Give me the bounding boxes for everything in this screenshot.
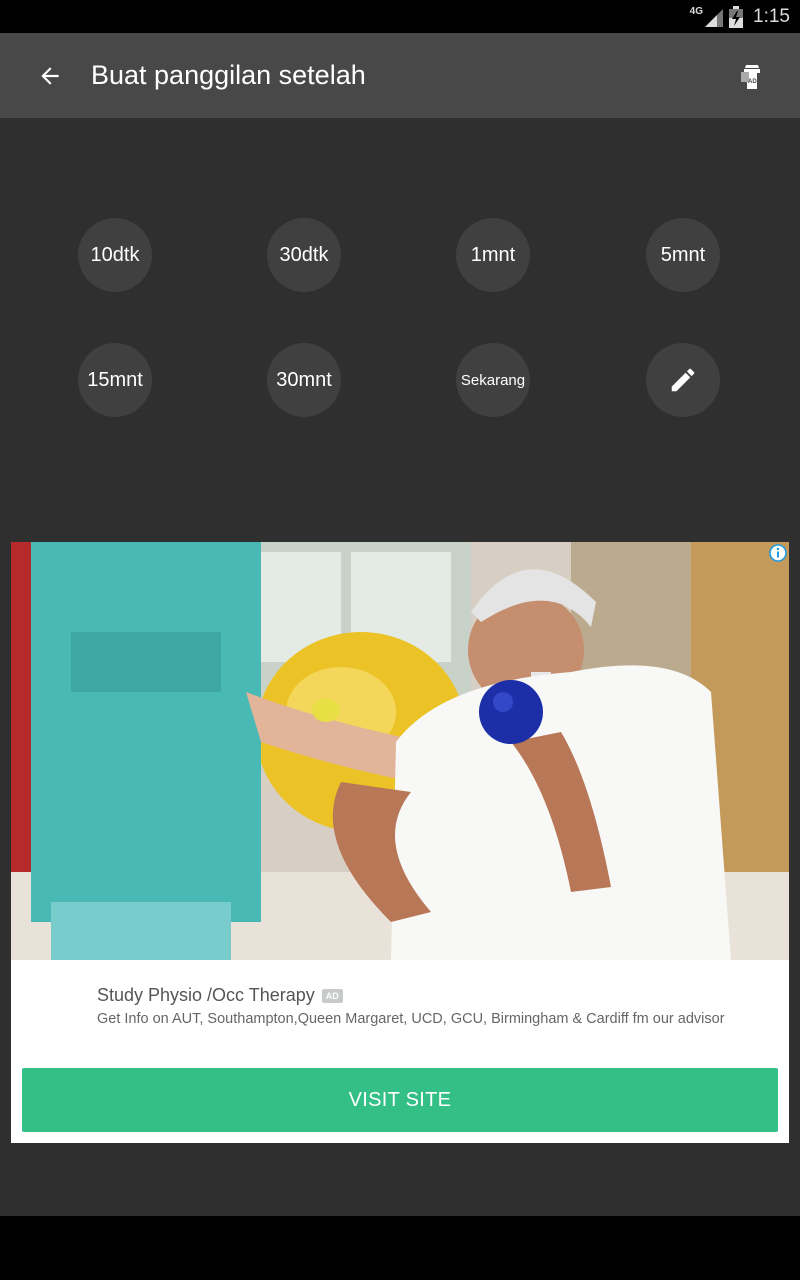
ad-image[interactable]	[11, 542, 789, 960]
ad-badge: AD	[321, 988, 343, 1003]
arrow-left-icon	[41, 66, 59, 85]
visit-site-button[interactable]: VISIT SITE	[22, 1068, 778, 1132]
ad-headline-row[interactable]: Study Physio /Occ Therapy AD	[97, 985, 343, 1006]
ad-description[interactable]: Get Info on AUT, Southampton,Queen Marga…	[97, 1010, 757, 1029]
signal-icon	[705, 8, 724, 27]
ad-photo	[11, 542, 789, 960]
remove-ads-button[interactable]: AD	[722, 46, 782, 106]
delay-option-15mnt[interactable]: 15mnt	[78, 343, 152, 417]
ad-headline[interactable]: Study Physio /Occ Therapy	[97, 985, 315, 1006]
navigation-bar	[0, 1216, 800, 1280]
network-type: 4G	[689, 6, 704, 17]
ad-card[interactable]: Study Physio /Occ Therapy AD Get Info on…	[11, 542, 789, 1143]
status-bar: 4G 1:15	[0, 0, 800, 33]
custom-delay-button[interactable]	[646, 343, 720, 417]
pencil-icon	[671, 368, 695, 392]
delay-option-5mnt[interactable]: 5mnt	[646, 218, 720, 292]
page-title: Buat panggilan setelah	[91, 60, 366, 90]
info-icon[interactable]	[769, 544, 787, 562]
delay-option-10dtk[interactable]: 10dtk	[78, 218, 152, 292]
battery-icon	[729, 5, 744, 28]
delay-option-1mnt[interactable]: 1mnt	[456, 218, 530, 292]
svg-text:AD: AD	[748, 79, 757, 85]
delay-option-now[interactable]: Sekarang	[456, 343, 530, 417]
no-ads-icon: AD	[741, 64, 760, 89]
delay-option-30mnt[interactable]: 30mnt	[267, 343, 341, 417]
content-area: 10dtk 30dtk 1mnt 5mnt 15mnt 30mnt Sekara…	[0, 118, 800, 1216]
back-button[interactable]	[20, 46, 80, 106]
delay-option-30dtk[interactable]: 30dtk	[267, 218, 341, 292]
clock: 1:15	[753, 5, 790, 27]
app-bar: Buat panggilan setelah AD	[0, 33, 800, 118]
